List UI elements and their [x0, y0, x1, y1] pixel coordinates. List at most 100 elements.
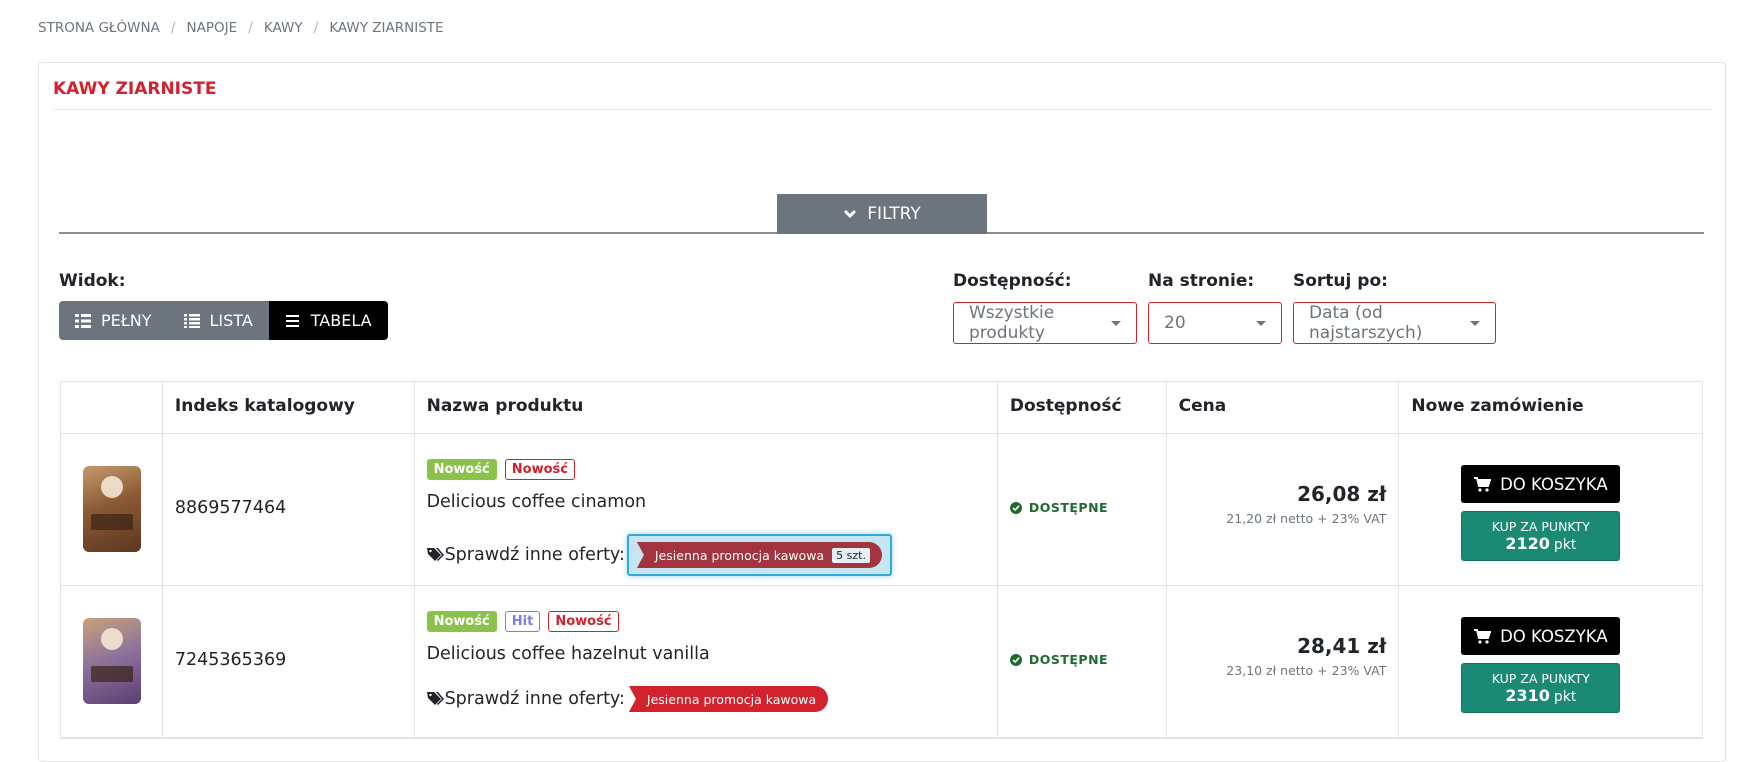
availability-cell: DOSTĘPNE: [998, 434, 1167, 585]
col-header-index[interactable]: Indeks katalogowy: [163, 382, 415, 433]
badge-new: Nowość: [548, 611, 619, 632]
catalog-index: 7245365369: [174, 650, 287, 670]
bars-icon: [285, 314, 299, 327]
price-cell: 26,08 zł 21,20 zł netto + 23% VAT: [1167, 434, 1400, 585]
catalog-index: 8869577464: [174, 498, 287, 518]
add-to-cart-label: DO KOSZYKA: [1500, 474, 1608, 494]
price-cell: 28,41 zł 23,10 zł netto + 23% VAT: [1167, 586, 1400, 737]
product-image-cell: [61, 586, 163, 737]
promo-name: Jesienna promocja kawowa: [654, 547, 825, 563]
product-image-cell: [61, 434, 163, 585]
other-offers: Sprawdź inne oferty: Jesienna promocja k…: [426, 534, 892, 576]
add-to-cart-label: DO KOSZYKA: [1500, 626, 1608, 646]
sort-value: Data (od najstarszych): [1309, 303, 1423, 343]
col-header-order: Nowe zamówienie: [1411, 396, 1584, 416]
badge-new: Nowość: [426, 611, 497, 632]
caret-down-icon: [1111, 320, 1121, 326]
availability-label: Dostępność:: [953, 271, 1072, 291]
cart-icon: [1474, 476, 1492, 492]
chevron-down-icon: [844, 209, 857, 219]
breadcrumb-home[interactable]: STRONA GŁÓWNA: [38, 20, 160, 36]
availability-value: Wszystkie produkty: [969, 303, 1055, 343]
view-list-label: LISTA: [209, 311, 253, 330]
per-page-value: 20: [1164, 313, 1186, 333]
availability-select[interactable]: Wszystkie produkty: [953, 302, 1137, 344]
points-amount-line: 2120 pkt: [1505, 534, 1576, 553]
product-name-link[interactable]: Delicious coffee cinamon: [427, 492, 647, 512]
buy-with-points-button[interactable]: KUP ZA PUNKTY 2120 pkt: [1461, 511, 1621, 561]
view-table-button[interactable]: TABELA: [268, 301, 388, 340]
badges: Nowość Nowość: [426, 459, 575, 480]
per-page-label: Na stronie:: [1148, 271, 1255, 291]
sort-select[interactable]: Data (od najstarszych): [1293, 302, 1496, 344]
promo-quantity: 5 szt.: [832, 547, 870, 563]
title-divider: [53, 109, 1713, 110]
points-amount: 2310: [1505, 686, 1550, 705]
breadcrumb-napoje[interactable]: NAPOJE: [187, 20, 238, 36]
badge-new: Nowość: [426, 459, 497, 480]
tags-icon: [426, 692, 444, 705]
product-name-link[interactable]: Delicious coffee hazelnut vanilla: [427, 644, 710, 664]
availability-status: DOSTĘPNE: [1009, 652, 1108, 667]
page-title: KAWY ZIARNISTE: [53, 79, 217, 99]
view-full-label: PEŁNY: [101, 311, 152, 330]
caret-down-icon: [1470, 320, 1480, 326]
buy-with-points-label: KUP ZA PUNKTY: [1491, 519, 1590, 534]
add-to-cart-button[interactable]: DO KOSZYKA: [1461, 617, 1621, 655]
availability-cell: DOSTĘPNE: [998, 586, 1167, 737]
col-header-image: [61, 382, 163, 433]
list-icon: [183, 313, 200, 328]
breadcrumb-separator: /: [248, 20, 253, 36]
order-cell: DO KOSZYKA KUP ZA PUNKTY 2310 pkt: [1399, 586, 1702, 737]
breadcrumb: STRONA GŁÓWNA / NAPOJE / KAWY / KAWY ZIA…: [38, 20, 444, 36]
view-list-button[interactable]: LISTA: [167, 301, 269, 340]
filters-toggle-button[interactable]: FILTRY: [777, 194, 987, 234]
col-header-price[interactable]: Cena: [1167, 382, 1400, 433]
other-offers-label: Sprawdź inne oferty:: [444, 689, 625, 709]
gross-price: 28,41 zł: [1297, 634, 1387, 658]
points-amount-line: 2310 pkt: [1505, 686, 1576, 705]
breadcrumb-kawy[interactable]: KAWY: [264, 20, 303, 36]
view-full-button[interactable]: PEŁNY: [59, 301, 168, 340]
col-header-availability[interactable]: Dostępność: [998, 382, 1167, 433]
gross-price: 26,08 zł: [1297, 482, 1387, 506]
buy-with-points-label: KUP ZA PUNKTY: [1491, 671, 1590, 686]
availability-status: DOSTĘPNE: [1009, 500, 1109, 515]
check-circle-icon: [1009, 501, 1022, 514]
products-table: Indeks katalogowy Nazwa produktu Dostępn…: [60, 381, 1703, 739]
badge-new: Nowość: [504, 459, 575, 480]
buy-with-points-button[interactable]: KUP ZA PUNKTY 2310 pkt: [1461, 663, 1621, 713]
name-cell: Nowość Nowość Delicious coffee cinamon S…: [415, 434, 998, 585]
check-circle-icon: [1009, 653, 1022, 666]
promo-name: Jesienna promocja kawowa: [646, 691, 817, 707]
sort-label: Sortuj po:: [1293, 271, 1388, 291]
view-table-label: TABELA: [310, 311, 372, 330]
availability-text: DOSTĘPNE: [1028, 500, 1109, 515]
promo-tag[interactable]: Jesienna promocja kawowa 5 szt.: [636, 542, 882, 568]
add-to-cart-button[interactable]: DO KOSZYKA: [1461, 465, 1621, 503]
per-page-select[interactable]: 20: [1148, 302, 1282, 344]
breadcrumb-separator: /: [313, 20, 319, 36]
net-price: 23,10 zł netto + 23% VAT: [1226, 663, 1387, 678]
promo-tag[interactable]: Jesienna promocja kawowa: [628, 686, 829, 712]
cart-icon: [1474, 628, 1492, 644]
other-offers-label: Sprawdź inne oferty:: [444, 545, 625, 565]
product-image[interactable]: [83, 466, 141, 552]
col-header-name[interactable]: Nazwa produktu: [415, 382, 998, 433]
breadcrumb-separator: /: [170, 20, 176, 36]
caret-down-icon: [1256, 320, 1266, 326]
product-image[interactable]: [83, 618, 141, 704]
badges: Nowość Hit Nowość: [426, 611, 619, 632]
promo-wrap: Jesienna promocja kawowa: [628, 686, 829, 712]
breadcrumb-current: KAWY ZIARNISTE: [329, 20, 444, 36]
index-cell: 8869577464: [163, 434, 415, 585]
table-header: Indeks katalogowy Nazwa produktu Dostępn…: [61, 382, 1702, 434]
table-row: 8869577464 Nowość Nowość Delicious coffe…: [61, 434, 1702, 586]
points-amount: 2120: [1505, 534, 1550, 553]
table-row: 7245365369 Nowość Hit Nowość Delicious c…: [61, 586, 1702, 738]
promo-focus-box: Jesienna promocja kawowa 5 szt.: [626, 534, 892, 576]
filters-label: FILTRY: [867, 204, 921, 224]
view-switcher: PEŁNY LISTA TABELA: [59, 301, 388, 340]
points-unit: pkt: [1553, 689, 1577, 705]
tags-icon: [426, 548, 444, 561]
